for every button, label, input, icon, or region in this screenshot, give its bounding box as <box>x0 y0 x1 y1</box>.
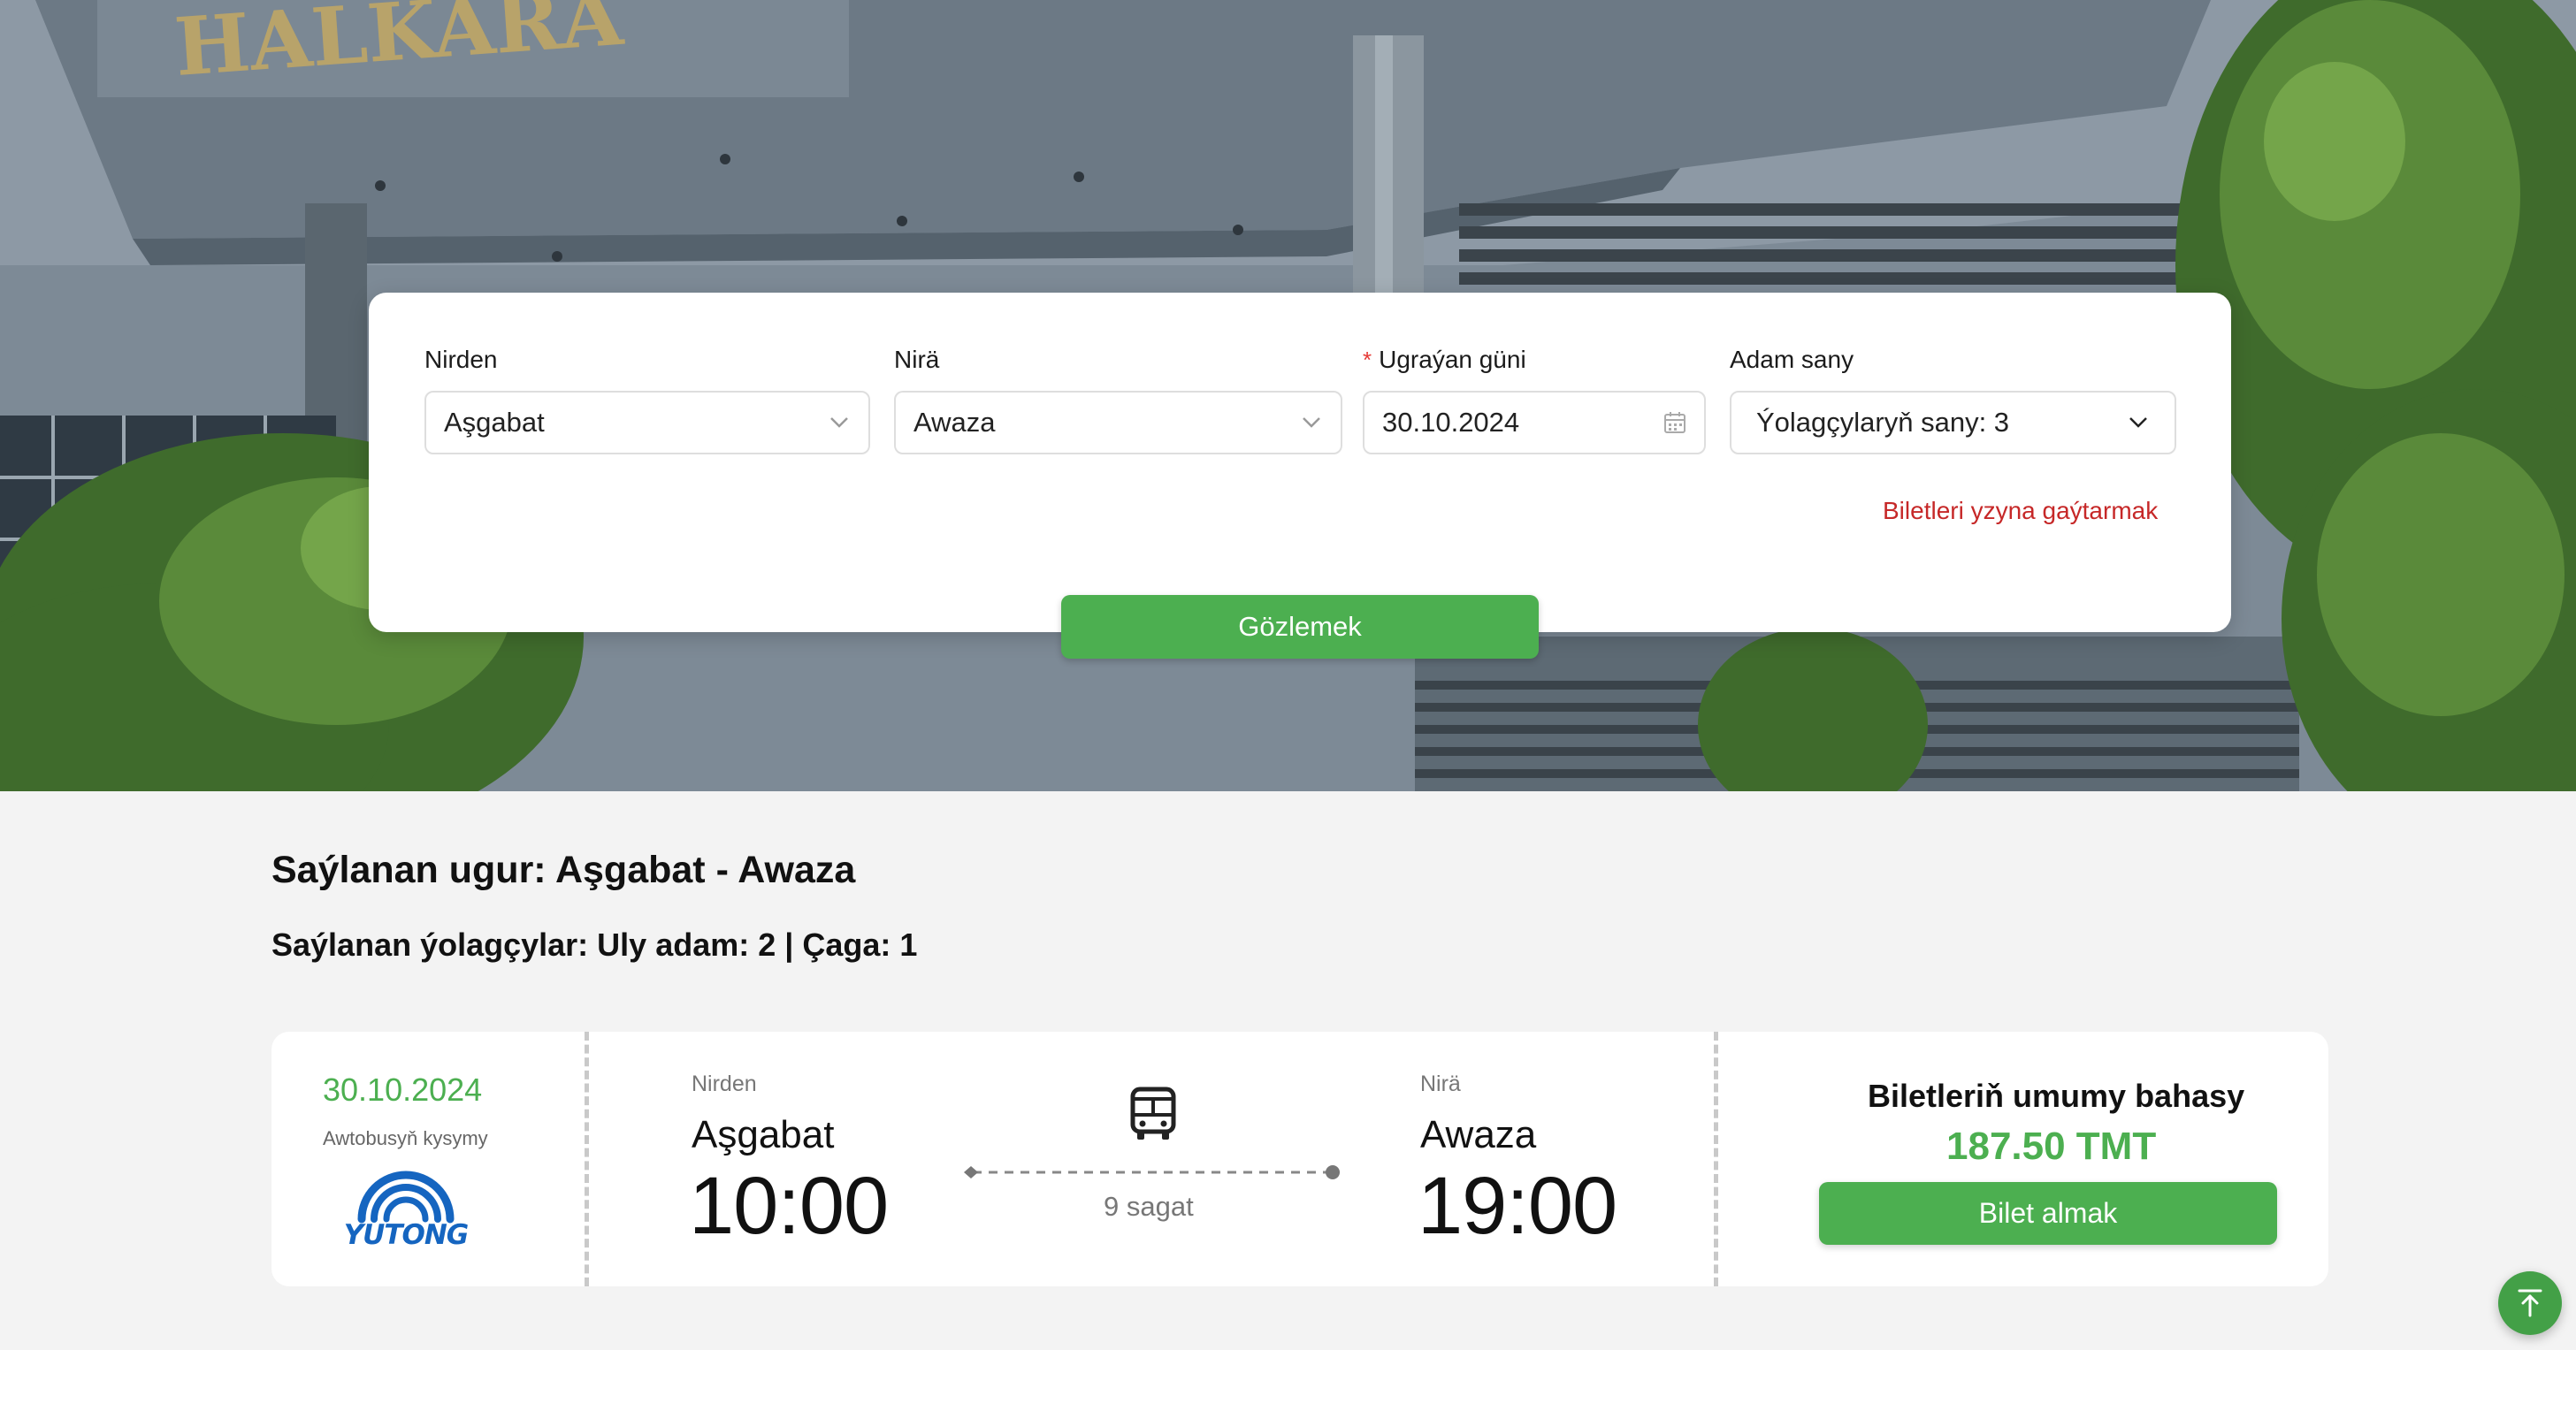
from-label: Nirden <box>424 346 498 373</box>
search-button[interactable]: Gözlemek <box>1061 595 1539 659</box>
required-mark: * <box>1363 347 1372 373</box>
arrow-to-top-icon <box>2518 1289 2542 1317</box>
route-dotted-line <box>964 1165 1340 1179</box>
calendar-icon[interactable] <box>1663 411 1686 434</box>
yutong-logo: YUTONG <box>335 1164 477 1253</box>
total-price: 187.50 TMT <box>1946 1125 2157 1168</box>
departure-time: 10:00 <box>689 1161 889 1251</box>
ticket-divider-left <box>585 1032 589 1286</box>
passengers-select[interactable]: Ýolagçylaryň sany: 3 <box>1730 391 2176 454</box>
date-picker-input[interactable]: 30.10.2024 <box>1363 391 1706 454</box>
bus-company-label: Awtobusyň kysymy <box>323 1127 488 1149</box>
return-tickets-link[interactable]: Biletleri yzyna gaýtarmak <box>1883 497 2158 525</box>
passengers-label: Adam sany <box>1730 346 1854 373</box>
trip-duration: 9 sagat <box>1104 1191 1194 1222</box>
departure-label: Nirden <box>692 1072 757 1096</box>
ticket-card: 30.10.2024 Awtobusyň kysymy YUTONG Nirde… <box>271 1032 2328 1286</box>
passengers-value: Ýolagçylaryň sany: 3 <box>1756 407 2010 438</box>
to-select-value: Awaza <box>913 407 996 438</box>
selected-passengers-text: Saýlanan ýolagçylar: Uly adam: 2 | Çaga:… <box>271 927 918 963</box>
from-select-value: Aşgabat <box>444 407 545 438</box>
chevron-down-icon <box>828 411 851 434</box>
total-price-label: Biletleriň umumy bahasy <box>1868 1078 2245 1114</box>
arrival-time: 19:00 <box>1418 1161 1617 1251</box>
arrival-city: Awaza <box>1420 1113 1537 1156</box>
yutong-logo-arcs <box>357 1171 455 1224</box>
search-form-card <box>369 293 2231 632</box>
date-label-text: Ugraýan güni <box>1379 346 1526 373</box>
chevron-down-icon <box>1300 411 1323 434</box>
departure-city: Aşgabat <box>692 1113 835 1156</box>
to-select[interactable]: Awaza <box>894 391 1342 454</box>
yutong-logo-text: YUTONG <box>343 1219 470 1251</box>
to-label: Nirä <box>894 346 940 373</box>
footer-strip <box>0 1350 2576 1411</box>
date-value: 30.10.2024 <box>1382 407 1520 438</box>
bus-icon <box>1129 1087 1177 1141</box>
selected-route-title: Saýlanan ugur: Aşgabat - Awaza <box>271 849 856 891</box>
ticket-date: 30.10.2024 <box>323 1072 483 1108</box>
from-select[interactable]: Aşgabat <box>424 391 870 454</box>
arrival-label: Nirä <box>1420 1072 1461 1096</box>
date-label: * Ugraýan güni <box>1363 346 1526 374</box>
scroll-to-top-button[interactable] <box>2498 1271 2562 1335</box>
ticket-divider-right <box>1714 1032 1718 1286</box>
chevron-down-icon <box>2127 411 2150 434</box>
buy-ticket-button[interactable]: Bilet almak <box>1819 1182 2277 1245</box>
